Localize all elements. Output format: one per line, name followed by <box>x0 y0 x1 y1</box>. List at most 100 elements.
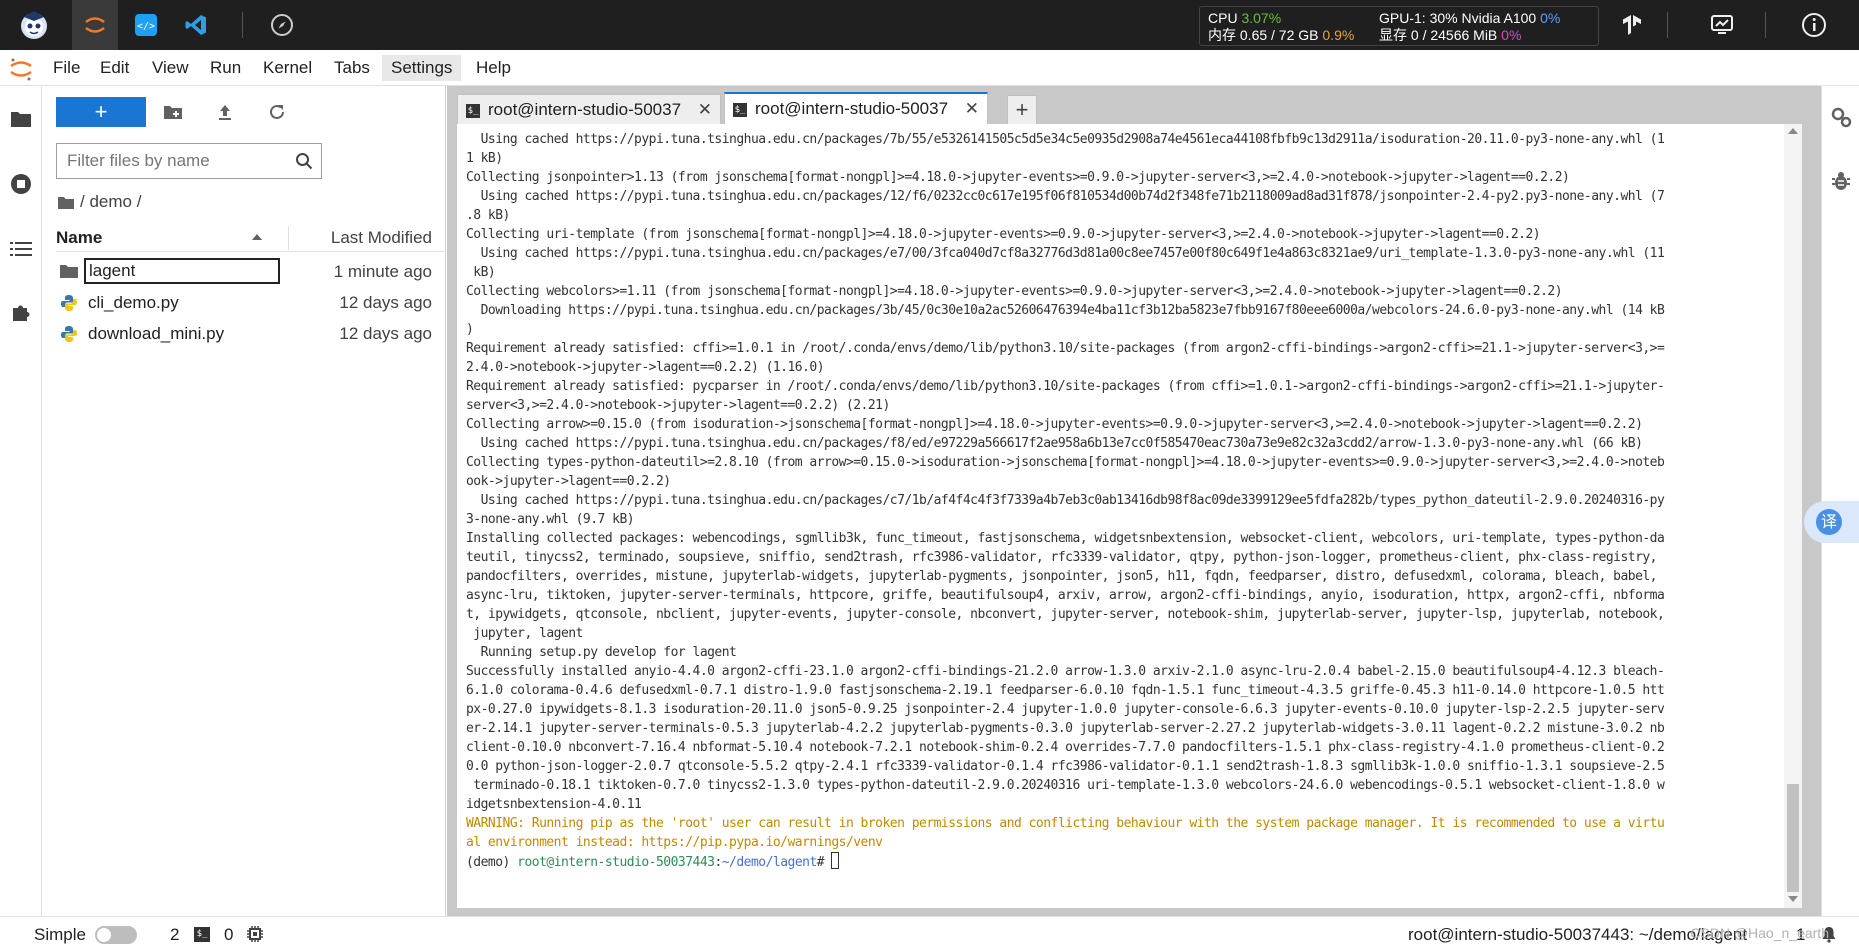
terminal-line: Collecting jsonpointer>1.13 (from jsonsc… <box>466 170 1570 185</box>
terminal-line: er-2.14.1 jupyter-server-terminals-0.5.3… <box>466 721 1665 736</box>
terminals-count[interactable]: 0 <box>224 924 233 946</box>
translate-button[interactable]: 译 <box>1804 501 1859 543</box>
breadcrumb[interactable]: / demo / <box>58 190 141 214</box>
menu-bar: File Edit View Run Kernel Tabs Settings … <box>0 50 1859 86</box>
refresh-icon[interactable] <box>264 99 290 125</box>
debugger-icon[interactable] <box>1830 170 1852 192</box>
terminal-line: Using cached https://pypi.tuna.tsinghua.… <box>466 132 1665 147</box>
terminal-line: Using cached https://pypi.tuna.tsinghua.… <box>466 189 1665 204</box>
file-row-cli-demo[interactable]: cli_demo.py 12 days ago <box>56 287 446 318</box>
top-toolbar: </> CPU 3.07% 内存 0.65 / 72 GB 0.9% GPU-1… <box>0 0 1859 50</box>
folder-icon[interactable] <box>8 106 34 132</box>
close-icon[interactable]: ✕ <box>965 94 979 124</box>
terminal-line: teutil, tinycss2, terminado, soupsieve, … <box>466 550 1658 565</box>
menu-view[interactable]: View <box>143 55 198 81</box>
tab-label: root@intern-studio-50037 <box>755 99 949 118</box>
new-folder-icon[interactable] <box>160 99 186 125</box>
terminal-icon: $_ <box>466 104 480 118</box>
close-icon[interactable]: ✕ <box>698 95 712 125</box>
mem-label: 内存 0.65 / 72 GB <box>1208 27 1319 43</box>
file-row-download-mini[interactable]: download_mini.py 12 days ago <box>56 318 446 349</box>
terminal-prompt[interactable]: (demo) root@intern-studio-50037443:~/dem… <box>466 852 1776 871</box>
terminal-line: Running setup.py develop for lagent <box>466 645 737 660</box>
toolbar-divider <box>242 12 243 38</box>
menu-settings[interactable]: Settings <box>382 55 462 81</box>
terminal-scrollbar[interactable] <box>1784 124 1802 908</box>
search-icon <box>295 152 313 170</box>
terminal-line: Downloading https://pypi.tuna.tsinghua.e… <box>466 303 1665 318</box>
simple-mode-toggle[interactable] <box>95 926 137 944</box>
running-kernels-icon[interactable] <box>8 171 34 197</box>
terminal-line: Collecting webcolors>=1.11 (from jsonsch… <box>466 284 1563 299</box>
code-server-icon[interactable]: </> <box>126 5 166 45</box>
file-row-lagent[interactable]: lagent 1 minute ago <box>56 256 446 287</box>
terminal-icon[interactable]: $_ <box>194 927 210 942</box>
watermark: CSDN @Hao_n_earth <box>1690 925 1829 941</box>
terminal-line: .8 kB) <box>466 208 510 223</box>
filter-input[interactable] <box>57 144 287 178</box>
compass-icon[interactable] <box>262 5 302 45</box>
property-inspector-icon[interactable] <box>1830 106 1852 128</box>
left-activity-bar <box>0 86 42 916</box>
terminal-line: Requirement already satisfied: pycparser… <box>466 379 1665 394</box>
terminal-warning-line: WARNING: Running pip as the 'root' user … <box>466 816 1665 831</box>
menu-tabs[interactable]: Tabs <box>325 55 379 81</box>
file-modified: 12 days ago <box>339 293 432 312</box>
add-tab-button[interactable]: + <box>1007 95 1037 125</box>
file-name-edit-field[interactable]: lagent <box>84 258 280 284</box>
terminal-line: Collecting arrow>=0.15.0 (from isodurati… <box>466 417 1643 432</box>
upload-icon[interactable] <box>212 99 238 125</box>
terminal-line: kB) <box>466 265 496 280</box>
terminal-icon: $_ <box>733 103 747 117</box>
scrollbar-thumb[interactable] <box>1787 784 1799 892</box>
mem-value: 0.9% <box>1322 27 1355 43</box>
terminal-line: pandocfilters, overrides, mistune, jupyt… <box>466 569 1658 584</box>
terminal-line: Using cached https://pypi.tuna.tsinghua.… <box>466 246 1665 261</box>
vscode-icon[interactable] <box>176 5 216 45</box>
terminal-line: 3-none-any.whl (9.7 kB) <box>466 512 635 527</box>
breadcrumb-path[interactable]: / demo / <box>80 192 141 211</box>
tab-label: root@intern-studio-50037 <box>488 100 682 119</box>
terminal-output: Using cached https://pypi.tuna.tsinghua.… <box>466 130 1776 871</box>
intern-logo-icon[interactable] <box>14 5 54 45</box>
sort-ascending-icon[interactable] <box>252 234 262 240</box>
prompt-symbol: # <box>816 855 832 870</box>
menu-run[interactable]: Run <box>201 55 250 81</box>
cpu-chip-icon[interactable] <box>246 925 264 947</box>
column-divider <box>288 226 289 250</box>
column-name-header[interactable]: Name <box>56 224 102 252</box>
menu-file[interactable]: File <box>44 55 89 81</box>
scroll-up-icon[interactable] <box>1788 128 1798 134</box>
tab-terminal-2[interactable]: $_ root@intern-studio-50037 ✕ <box>724 92 988 126</box>
jupyter-tab-icon[interactable] <box>72 0 118 50</box>
gpu-value: 0% <box>1540 10 1561 26</box>
gpu-label: GPU-1: 30% Nvidia A100 <box>1379 10 1537 26</box>
kernels-count[interactable]: 2 <box>170 924 179 946</box>
tab-bar: $_ root@intern-studio-50037 ✕ $_ root@in… <box>457 90 1821 126</box>
filter-files-field[interactable] <box>56 143 322 179</box>
terminal-line: ) <box>466 322 474 337</box>
terminal-view[interactable]: Using cached https://pypi.tuna.tsinghua.… <box>457 124 1791 908</box>
monitor-icon[interactable] <box>1702 5 1742 45</box>
table-of-contents-icon[interactable] <box>8 236 34 262</box>
resource-monitor: CPU 3.07% 内存 0.65 / 72 GB 0.9% GPU-1: 30… <box>1199 6 1599 46</box>
column-modified-header[interactable]: Last Modified <box>331 224 432 252</box>
terminal-line: Collecting uri-template (from jsonschema… <box>466 227 1541 242</box>
prompt-env: (demo) <box>466 855 518 870</box>
menu-help[interactable]: Help <box>467 55 520 81</box>
cpu-value: 3.07% <box>1241 10 1282 26</box>
file-name: download_mini.py <box>88 324 225 343</box>
vram-label: 显存 0 / 24566 MiB <box>1379 27 1498 43</box>
tab-terminal-1[interactable]: $_ root@intern-studio-50037 ✕ <box>457 94 721 126</box>
menu-edit[interactable]: Edit <box>91 55 138 81</box>
extensions-icon[interactable] <box>8 300 34 326</box>
tensorflow-icon[interactable] <box>1612 5 1652 45</box>
terminal-line: Requirement already satisfied: cffi>=1.0… <box>466 341 1665 356</box>
terminal-line: 1 kB) <box>466 151 503 166</box>
main-dock-area: $_ root@intern-studio-50037 ✕ $_ root@in… <box>447 86 1821 916</box>
menu-kernel[interactable]: Kernel <box>254 55 321 81</box>
terminal-line: jupyter, lagent <box>466 626 583 641</box>
info-icon[interactable] <box>1794 5 1834 45</box>
scroll-down-icon[interactable] <box>1788 896 1798 902</box>
new-launcher-button[interactable]: + <box>56 97 146 127</box>
